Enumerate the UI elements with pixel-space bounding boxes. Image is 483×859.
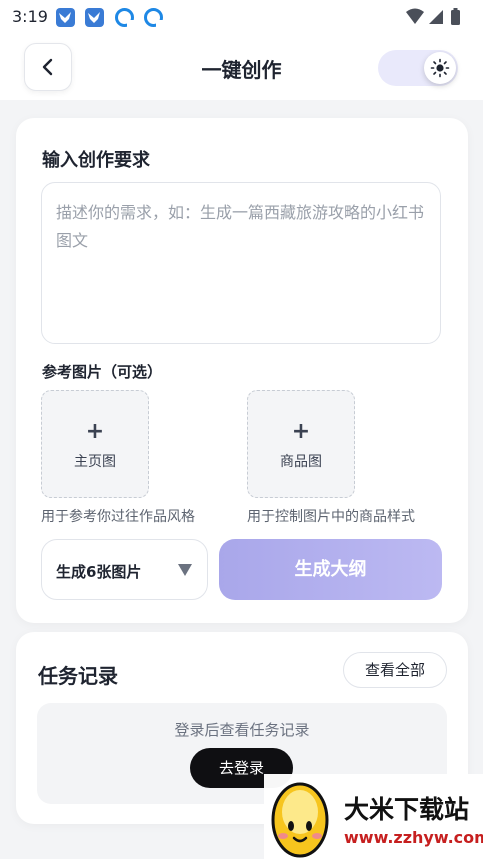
watermark-title: 大米下载站 <box>344 795 470 824</box>
plus-icon: + <box>85 419 105 444</box>
site-watermark: 大米下载站 www.zzhyw.com <box>264 774 483 859</box>
image-count-value: 生成6张图片 <box>56 563 142 581</box>
bird-notification-icon <box>56 8 75 27</box>
view-all-button[interactable]: 查看全部 <box>343 652 447 688</box>
product-image-hint: 用于控制图片中的商品样式 <box>247 509 415 525</box>
triangle-down-icon <box>178 564 192 576</box>
plus-icon: + <box>291 419 311 444</box>
product-image-upload[interactable]: + 商品图 <box>247 390 355 498</box>
image-count-select[interactable]: 生成6张图片 <box>41 539 208 600</box>
theme-toggle[interactable] <box>378 50 458 86</box>
task-records-title: 任务记录 <box>38 664 118 688</box>
status-icons <box>405 7 469 27</box>
circle-notification-icon <box>115 8 134 27</box>
task-empty-text: 登录后查看任务记录 <box>174 721 310 739</box>
sun-icon <box>430 58 450 78</box>
status-time: 3:19 <box>12 7 48 26</box>
upload-label: 主页图 <box>74 454 116 470</box>
status-bar: 3:19 <box>0 0 483 34</box>
circle-notification-icon <box>144 8 163 27</box>
upload-label: 商品图 <box>280 454 322 470</box>
signal-icon <box>429 10 443 24</box>
battery-icon <box>451 8 460 25</box>
generate-outline-button[interactable]: 生成大纲 <box>219 539 442 600</box>
homepage-image-hint: 用于参考你过往作品风格 <box>41 509 195 525</box>
bird-notification-icon <box>85 8 104 27</box>
section-title: 输入创作要求 <box>42 150 150 171</box>
prompt-input[interactable] <box>41 182 441 344</box>
create-card: 输入创作要求 参考图片（可选） + 主页图 + 商品图 用于参考你过往作品风格 … <box>16 118 468 623</box>
watermark-url: www.zzhyw.com <box>344 828 483 847</box>
rice-mascot-logo <box>271 782 329 858</box>
homepage-image-upload[interactable]: + 主页图 <box>41 390 149 498</box>
wifi-icon <box>406 8 424 24</box>
app-header: 一键创作 <box>0 34 483 100</box>
toggle-knob <box>424 52 456 84</box>
reference-images-label: 参考图片（可选） <box>42 363 163 381</box>
